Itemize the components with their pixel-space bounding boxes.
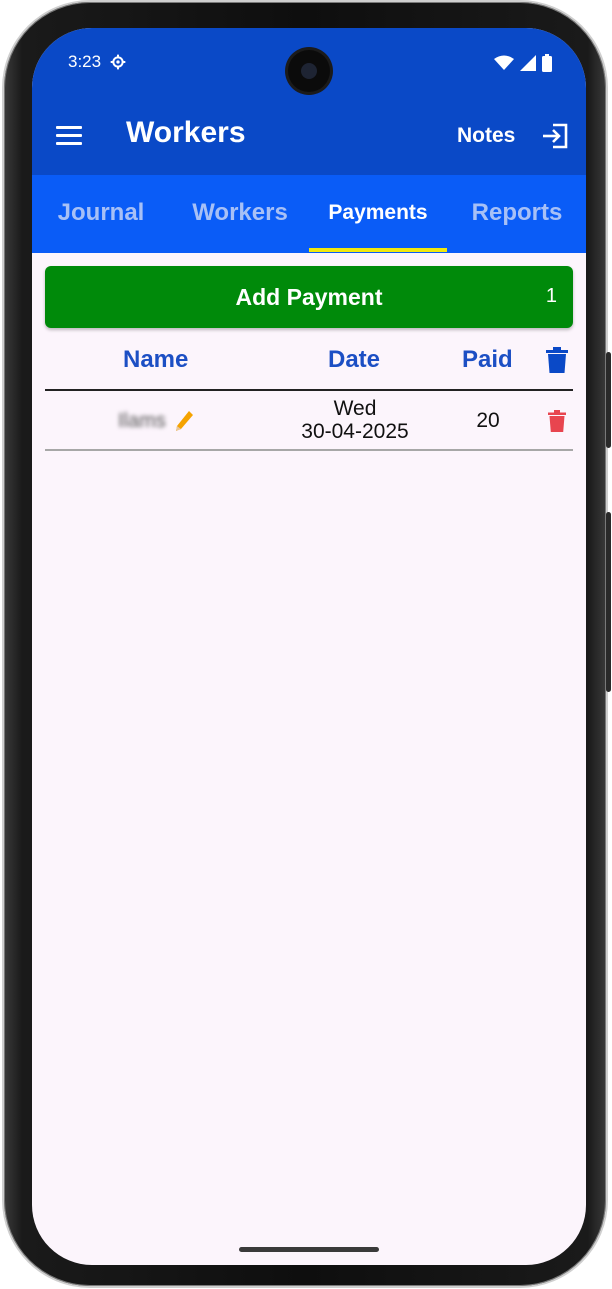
add-payment-button[interactable]: Add Payment 1 bbox=[45, 266, 573, 328]
notes-button[interactable]: Notes bbox=[457, 124, 515, 148]
app-toolbar: 3:23 Workers Notes bbox=[32, 28, 586, 175]
column-header-date: Date bbox=[328, 346, 381, 373]
active-tab-indicator bbox=[309, 248, 447, 252]
signal-icon bbox=[520, 55, 536, 71]
wifi-icon bbox=[494, 55, 514, 70]
header-divider bbox=[45, 389, 573, 391]
status-icons bbox=[494, 54, 552, 72]
delete-all-trash-icon[interactable] bbox=[546, 347, 568, 373]
hamburger-menu-icon[interactable] bbox=[56, 126, 82, 146]
tab-payments[interactable]: Payments bbox=[309, 175, 447, 253]
tab-reports[interactable]: Reports bbox=[460, 175, 574, 253]
worker-name: Ilams bbox=[118, 410, 166, 432]
exit-icon[interactable] bbox=[540, 121, 570, 151]
column-header-name: Name bbox=[123, 346, 189, 373]
edit-pencil-icon[interactable] bbox=[174, 410, 194, 432]
volume-button bbox=[606, 512, 611, 692]
status-time: 3:23 bbox=[68, 52, 102, 71]
payment-amount: 20 bbox=[476, 409, 500, 432]
screen: 3:23 Workers Notes Journal Workers Payme… bbox=[32, 28, 586, 1265]
power-button bbox=[606, 352, 611, 448]
payment-day: Wed bbox=[333, 397, 377, 420]
tab-journal[interactable]: Journal bbox=[42, 175, 160, 253]
payment-count-badge: 1 bbox=[545, 285, 557, 307]
delete-row-trash-icon[interactable] bbox=[548, 410, 566, 432]
page-title: Workers bbox=[126, 116, 246, 149]
add-payment-label: Add Payment bbox=[235, 284, 383, 310]
payment-date: 30-04-2025 bbox=[301, 420, 409, 443]
battery-icon bbox=[542, 54, 552, 72]
column-header-paid: Paid bbox=[462, 346, 513, 373]
tab-workers[interactable]: Workers bbox=[180, 175, 300, 253]
front-camera bbox=[288, 50, 330, 92]
phone-frame: 3:23 Workers Notes Journal Workers Payme… bbox=[4, 2, 611, 1286]
row-divider bbox=[45, 449, 573, 451]
home-indicator[interactable] bbox=[239, 1247, 379, 1252]
settings-gear-icon bbox=[110, 54, 126, 70]
tab-bar: Journal Workers Payments Reports bbox=[32, 175, 586, 253]
